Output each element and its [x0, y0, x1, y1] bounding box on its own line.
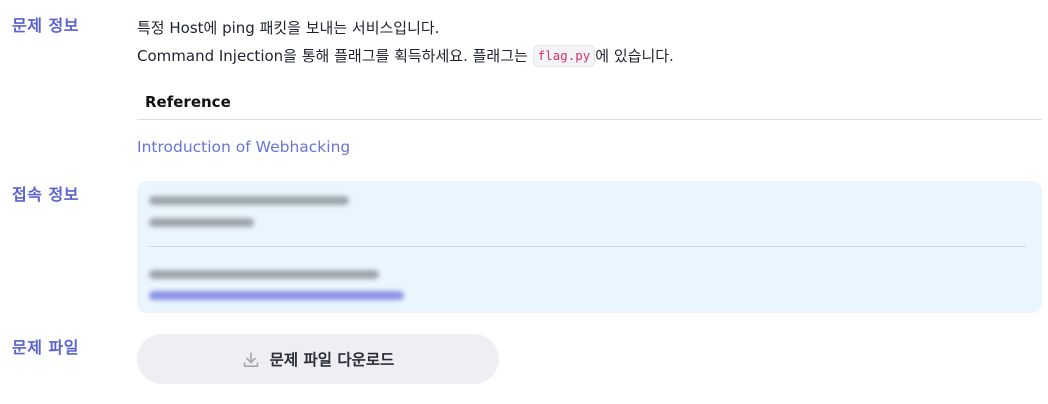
download-button-label: 문제 파일 다운로드	[269, 351, 395, 369]
reference-heading-text: Reference	[145, 93, 231, 111]
problem-description: 특정 Host에 ping 패킷을 보내는 서비스입니다. Command In…	[137, 14, 1042, 70]
description-line-2: Command Injection을 통해 플래그를 획득하세요. 플래그는 f…	[137, 42, 1042, 70]
blurred-connection-url[interactable]	[149, 291, 404, 300]
blurred-connection-line	[149, 270, 379, 279]
reference-link-webhacking[interactable]: Introduction of Webhacking	[137, 136, 1042, 158]
blurred-host-line	[149, 196, 349, 205]
download-problem-file-button[interactable]: 문제 파일 다운로드	[137, 334, 499, 384]
download-icon	[243, 352, 258, 367]
connection-info-panel	[137, 181, 1042, 313]
connection-divider	[149, 246, 1026, 247]
reference-heading: Reference	[137, 90, 1042, 120]
description-line-2-suffix: 에 있습니다.	[595, 47, 674, 65]
label-problem-file: 문제 파일	[12, 338, 79, 357]
flag-file-code: flag.py	[532, 45, 596, 67]
label-connection-info: 접속 정보	[12, 185, 79, 204]
description-line-1: 특정 Host에 ping 패킷을 보내는 서비스입니다.	[137, 19, 440, 37]
label-problem-info: 문제 정보	[12, 16, 79, 35]
description-line-2-text: Command Injection을 통해 플래그를 획득하세요. 플래그는	[137, 47, 533, 65]
blurred-port-line	[149, 218, 254, 227]
